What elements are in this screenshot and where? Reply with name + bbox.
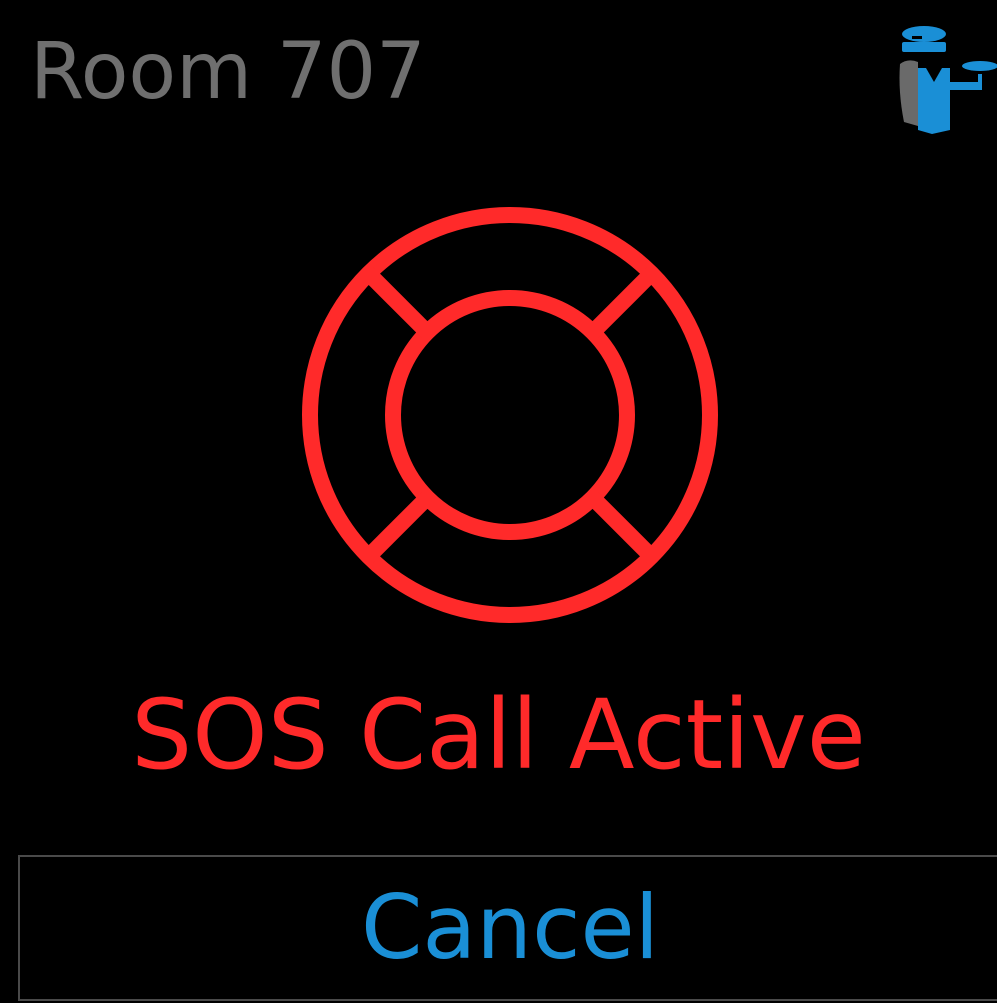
sos-screen: Room 707 SOS Call Active Cancel <box>0 0 997 1003</box>
room-title: Room 707 <box>30 27 426 117</box>
cancel-button-label: Cancel <box>360 876 660 979</box>
butler-icon <box>899 26 997 134</box>
lifebuoy-icon <box>302 207 718 623</box>
sos-status-text: SOS Call Active <box>131 679 866 791</box>
cancel-button[interactable]: Cancel <box>18 855 997 1001</box>
